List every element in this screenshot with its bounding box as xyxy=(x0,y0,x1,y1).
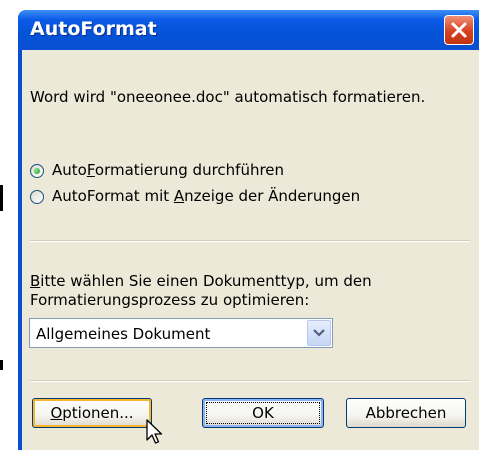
close-button[interactable] xyxy=(444,15,474,45)
cancel-button[interactable]: Abbrechen xyxy=(346,398,466,428)
autoformat-dialog: AutoFormat Word wird "oneeonee.doc" auto… xyxy=(18,10,479,450)
background-window-strip xyxy=(0,0,18,437)
background-marker xyxy=(0,360,3,370)
background-marker xyxy=(0,185,3,211)
doctype-prompt-line2: Formatierungsprozess zu optimieren: xyxy=(30,291,310,309)
mouse-pointer-icon xyxy=(146,419,163,444)
radio-button[interactable] xyxy=(30,164,44,178)
separator xyxy=(30,240,470,242)
dialog-client-area: Word wird "oneeonee.doc" automatisch for… xyxy=(22,50,479,450)
doctype-dropdown[interactable]: Allgemeines Dokument xyxy=(29,318,333,348)
radio-label[interactable]: AutoFormat mit Anzeige der Änderungen xyxy=(52,187,360,205)
doctype-prompt-line1: Bitte wählen Sie einen Dokumenttyp, um d… xyxy=(30,272,372,290)
dropdown-button[interactable] xyxy=(307,320,331,346)
separator xyxy=(30,380,470,382)
title-bar[interactable]: AutoFormat xyxy=(18,10,479,50)
ok-button[interactable]: OK xyxy=(202,398,324,428)
options-button[interactable]: Optionen... xyxy=(32,398,152,428)
chevron-down-icon xyxy=(313,329,325,337)
close-icon xyxy=(451,22,467,38)
dialog-message: Word wird "oneeonee.doc" automatisch for… xyxy=(30,88,426,106)
doctype-selected-value: Allgemeines Dokument xyxy=(36,325,211,343)
radio-label[interactable]: AutoFormatierung durchführen xyxy=(52,161,284,179)
radio-button[interactable] xyxy=(30,190,44,204)
dialog-title: AutoFormat xyxy=(30,18,157,40)
radio-selected-dot xyxy=(34,168,40,174)
